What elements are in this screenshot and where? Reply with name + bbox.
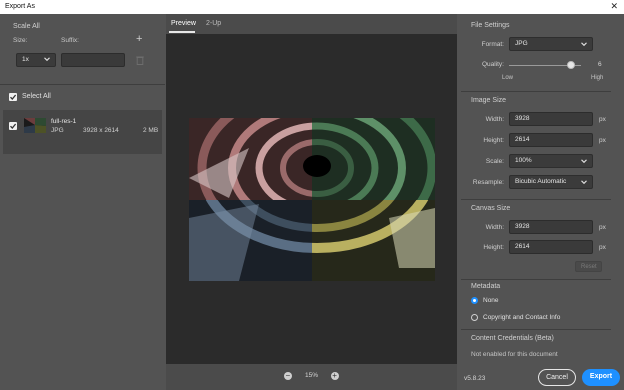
tab-underline — [169, 31, 195, 33]
right-divider — [461, 91, 611, 92]
asset-filesize: 2 MB — [143, 127, 159, 134]
canvas-height-input[interactable]: 2614 — [509, 240, 593, 254]
resample-label: Resample: — [472, 179, 504, 186]
asset-row[interactable]: full-res-1 JPG 3928 x 2614 2 MB — [3, 110, 162, 154]
metadata-none-label: None — [483, 297, 499, 304]
canvas-height-value: 2614 — [515, 243, 530, 250]
right-divider — [461, 199, 611, 200]
checkmark-icon — [10, 94, 17, 100]
suffix-label: Suffix: — [61, 37, 79, 44]
image-size-title: Image Size — [471, 97, 507, 104]
image-width-input[interactable]: 3928 — [509, 112, 593, 126]
asset-checkbox[interactable] — [9, 122, 17, 130]
scale-all-title: Scale All — [13, 23, 40, 30]
size-dropdown[interactable]: 1x — [16, 53, 56, 67]
window-titlebar: Export As ✕ — [0, 0, 624, 14]
cancel-button[interactable]: Cancel — [538, 369, 576, 386]
asset-format: JPG — [51, 127, 64, 134]
image-height-unit: px — [599, 137, 606, 144]
quality-low-label: Low — [502, 75, 514, 81]
reset-button[interactable]: Reset — [575, 261, 602, 272]
chevron-down-icon — [581, 42, 587, 47]
canvas-width-input[interactable]: 3928 — [509, 220, 593, 234]
cancel-label: Cancel — [546, 374, 568, 381]
reset-label: Reset — [581, 263, 597, 270]
image-height-input[interactable]: 2614 — [509, 133, 593, 147]
format-dropdown[interactable]: JPG — [509, 37, 593, 51]
asset-thumbnail — [24, 118, 46, 133]
quality-value: 6 — [598, 61, 602, 68]
tab-2up[interactable]: 2-Up — [206, 20, 221, 27]
window-title: Export As — [5, 3, 35, 10]
close-icon[interactable]: ✕ — [610, 1, 618, 12]
version-label: v5.8.23 — [464, 375, 486, 382]
left-panel: Scale All Size: Suffix: + 1x Select All … — [0, 14, 165, 390]
quality-slider-thumb[interactable] — [566, 61, 575, 69]
metadata-none-radio[interactable] — [471, 297, 478, 304]
asset-dimensions: 3928 x 2614 — [83, 127, 119, 134]
plus-icon: + — [332, 370, 337, 380]
chevron-down-icon — [581, 159, 587, 164]
checkmark-icon — [10, 123, 17, 129]
canvas-width-unit: px — [599, 224, 606, 231]
size-label: Size: — [13, 37, 28, 44]
image-width-unit: px — [599, 116, 606, 123]
quality-label: Quality: — [481, 61, 504, 68]
canvas-width-label: Width: — [485, 224, 504, 231]
minus-icon: − — [285, 370, 291, 380]
tab-preview[interactable]: Preview — [171, 20, 196, 27]
zoom-in-button[interactable]: + — [331, 370, 339, 380]
credentials-note: Not enabled for this document — [471, 351, 558, 358]
trash-icon[interactable] — [136, 55, 144, 65]
zoom-level: 15% — [305, 372, 319, 379]
metadata-copyright-label: Copyright and Contact Info — [483, 314, 561, 321]
add-scale-icon[interactable]: + — [136, 33, 142, 45]
scale-value: 100% — [515, 157, 532, 164]
resample-value: Bicubic Automatic — [515, 178, 567, 185]
image-width-label: Width: — [485, 116, 504, 123]
image-height-value: 2614 — [515, 136, 530, 143]
credentials-title: Content Credentials (Beta) — [471, 335, 554, 342]
canvas-size-title: Canvas Size — [471, 205, 511, 212]
canvas-height-label: Height: — [483, 244, 504, 251]
right-divider — [461, 329, 611, 330]
format-label: Format: — [481, 41, 504, 48]
resample-dropdown[interactable]: Bicubic Automatic — [509, 175, 593, 189]
format-value: JPG — [515, 40, 528, 47]
quality-high-label: High — [591, 75, 604, 81]
chevron-down-icon — [581, 180, 587, 185]
export-button[interactable]: Export — [582, 369, 620, 386]
export-label: Export — [589, 373, 613, 380]
size-value: 1x — [22, 56, 29, 63]
suffix-input[interactable] — [61, 53, 125, 67]
right-divider — [461, 279, 611, 280]
file-settings-title: File Settings — [471, 22, 510, 29]
image-height-label: Height: — [483, 137, 504, 144]
asset-name: full-res-1 — [51, 118, 77, 125]
metadata-copyright-radio[interactable] — [471, 314, 478, 321]
left-divider — [0, 84, 165, 85]
canvas-width-value: 3928 — [515, 223, 530, 230]
image-width-value: 3928 — [515, 115, 530, 122]
right-panel — [458, 14, 624, 390]
select-all-label: Select All — [22, 93, 51, 100]
scale-dropdown[interactable]: 100% — [509, 154, 593, 168]
preview-image — [189, 118, 435, 281]
chevron-down-icon — [44, 57, 50, 62]
metadata-title: Metadata — [471, 283, 501, 290]
scale-label: Scale: — [485, 158, 504, 165]
zoom-out-button[interactable]: − — [284, 370, 292, 380]
select-all-checkbox[interactable] — [9, 93, 17, 101]
canvas-height-unit: px — [599, 244, 606, 251]
